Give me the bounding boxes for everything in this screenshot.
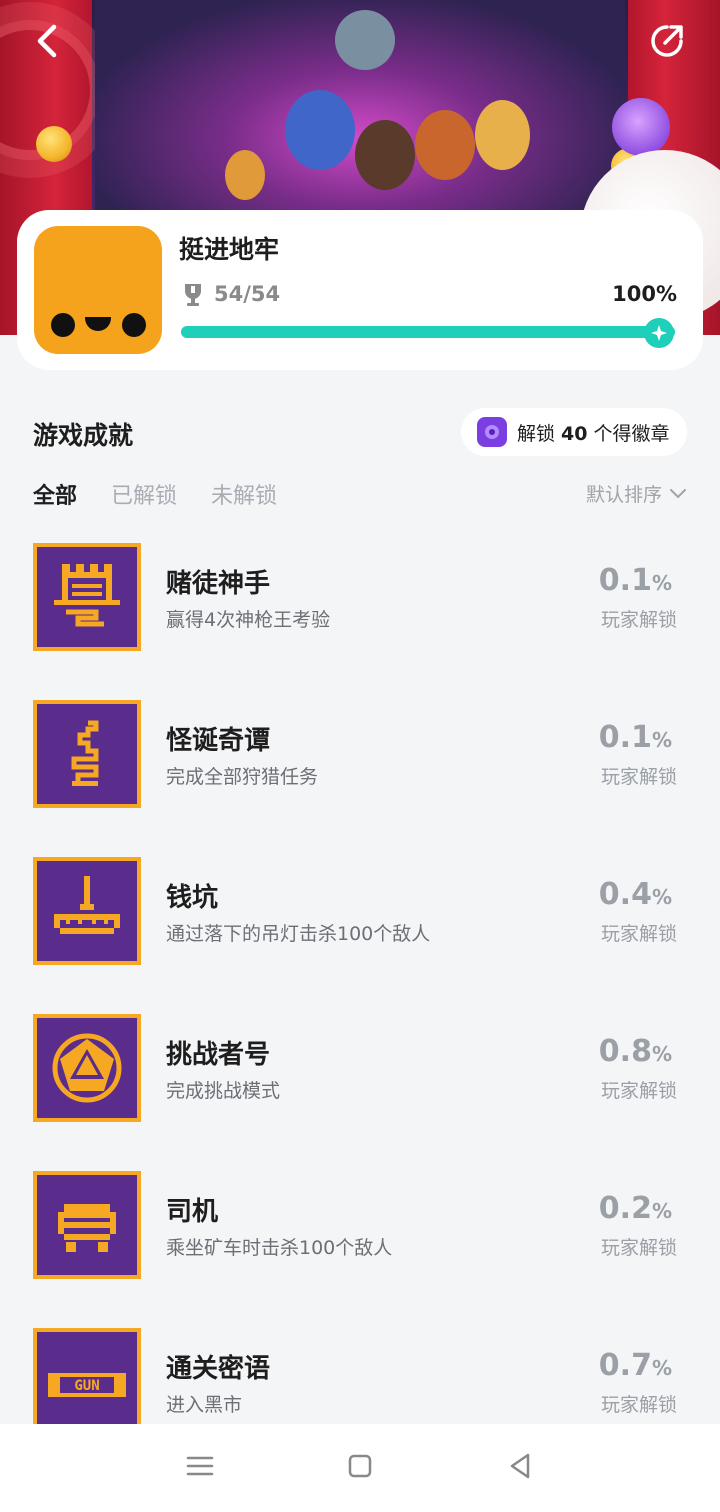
chevron-left-icon bbox=[37, 24, 57, 58]
sort-label: 默认排序 bbox=[585, 484, 662, 506]
achievement-item[interactable]: 挑战者号 完成挑战模式 0.8% 玩家解锁 bbox=[0, 1014, 720, 1171]
sort-dropdown[interactable]: 默认排序 bbox=[586, 480, 686, 507]
unlock-rate-label: 玩家解锁 bbox=[600, 766, 677, 788]
menu-button[interactable] bbox=[184, 1450, 216, 1486]
game-artwork bbox=[95, 0, 625, 230]
unlock-rate: 0.1% bbox=[598, 563, 672, 598]
achievement-desc: 通过落下的吊灯击杀100个敌人 bbox=[166, 923, 431, 945]
unlock-rate: 0.4% bbox=[598, 877, 672, 912]
unlock-rate-label: 玩家解锁 bbox=[600, 1394, 677, 1416]
achievement-name: 司机 bbox=[166, 1197, 219, 1227]
achievement-list: 赌徒神手 赢得4次神枪王考验 0.1% 玩家解锁 怪诞奇谭 完成全部狩猎任务 0… bbox=[0, 543, 720, 1485]
unlock-rate: 0.2% bbox=[598, 1191, 672, 1226]
share-button[interactable] bbox=[644, 18, 690, 64]
trophy-count: 54/54 bbox=[214, 282, 281, 306]
game-title: 挺进地牢 bbox=[179, 235, 280, 264]
unlock-rate: 0.1% bbox=[598, 720, 672, 755]
share-icon bbox=[651, 25, 683, 57]
game-summary-card: 挺进地牢 54/54 100% bbox=[17, 210, 703, 370]
unlock-rate: 0.7% bbox=[598, 1348, 672, 1383]
tab-all[interactable]: 全部 bbox=[33, 478, 77, 510]
home-button[interactable] bbox=[344, 1450, 376, 1486]
snake-icon bbox=[33, 700, 141, 808]
achievement-item[interactable]: 钱坑 通过落下的吊灯击杀100个敌人 0.4% 玩家解锁 bbox=[0, 857, 720, 1014]
achievement-desc: 进入黑市 bbox=[166, 1394, 243, 1416]
progress-fill bbox=[181, 326, 675, 338]
achievement-desc: 完成全部狩猎任务 bbox=[166, 766, 319, 788]
minecart-icon bbox=[33, 1171, 141, 1279]
tab-unlocked[interactable]: 已解锁 bbox=[111, 478, 177, 510]
chandelier-icon bbox=[33, 857, 141, 965]
achievement-name: 通关密语 bbox=[166, 1354, 271, 1384]
tab-locked[interactable]: 未解锁 bbox=[211, 478, 277, 510]
triangle-back-icon bbox=[510, 1453, 530, 1479]
back-button[interactable] bbox=[26, 18, 72, 64]
system-nav-bar bbox=[0, 1424, 720, 1512]
achievement-item[interactable]: 司机 乘坐矿车时击杀100个敌人 0.2% 玩家解锁 bbox=[0, 1171, 720, 1328]
unlock-rate-label: 玩家解锁 bbox=[600, 1080, 677, 1102]
unlock-rate: 0.8% bbox=[598, 1034, 672, 1069]
completion-percent: 100% bbox=[612, 282, 677, 306]
svg-text:GUN: GUN bbox=[74, 1378, 99, 1394]
castle-icon bbox=[33, 543, 141, 651]
badge-icon bbox=[477, 417, 507, 447]
badge-reward-text: 解锁 40 个得徽章 bbox=[517, 422, 670, 445]
unlock-rate-label: 玩家解锁 bbox=[600, 923, 677, 945]
menu-icon bbox=[186, 1456, 214, 1476]
achievement-desc: 完成挑战模式 bbox=[166, 1080, 281, 1102]
achievement-item[interactable]: 怪诞奇谭 完成全部狩猎任务 0.1% 玩家解锁 bbox=[0, 700, 720, 857]
achievement-name: 挑战者号 bbox=[166, 1040, 271, 1070]
section-title: 游戏成就 bbox=[33, 421, 134, 450]
filter-tabs: 全部 已解锁 未解锁 bbox=[33, 478, 277, 510]
achievement-desc: 乘坐矿车时击杀100个敌人 bbox=[166, 1237, 393, 1259]
chevron-down-icon bbox=[670, 488, 686, 498]
d20-dice-icon bbox=[33, 1014, 141, 1122]
unlock-rate-label: 玩家解锁 bbox=[600, 1237, 677, 1259]
badge-reward-pill[interactable]: 解锁 40 个得徽章 bbox=[461, 408, 687, 456]
achievement-name: 钱坑 bbox=[166, 883, 219, 913]
coin-icon bbox=[36, 126, 72, 162]
game-icon bbox=[34, 226, 162, 354]
achievement-name: 赌徒神手 bbox=[166, 569, 271, 599]
progress-star-icon bbox=[644, 318, 674, 348]
achievement-name: 怪诞奇谭 bbox=[166, 726, 271, 756]
completion-progress-bar bbox=[181, 326, 675, 338]
back-nav-button[interactable] bbox=[504, 1450, 536, 1486]
gun-sign-icon: GUN bbox=[33, 1328, 141, 1436]
ghost-icon bbox=[612, 98, 670, 156]
unlock-rate-label: 玩家解锁 bbox=[600, 609, 677, 631]
trophy-icon bbox=[185, 284, 201, 306]
achievement-desc: 赢得4次神枪王考验 bbox=[166, 609, 331, 631]
square-home-icon bbox=[348, 1454, 372, 1478]
achievement-item[interactable]: 赌徒神手 赢得4次神枪王考验 0.1% 玩家解锁 bbox=[0, 543, 720, 700]
